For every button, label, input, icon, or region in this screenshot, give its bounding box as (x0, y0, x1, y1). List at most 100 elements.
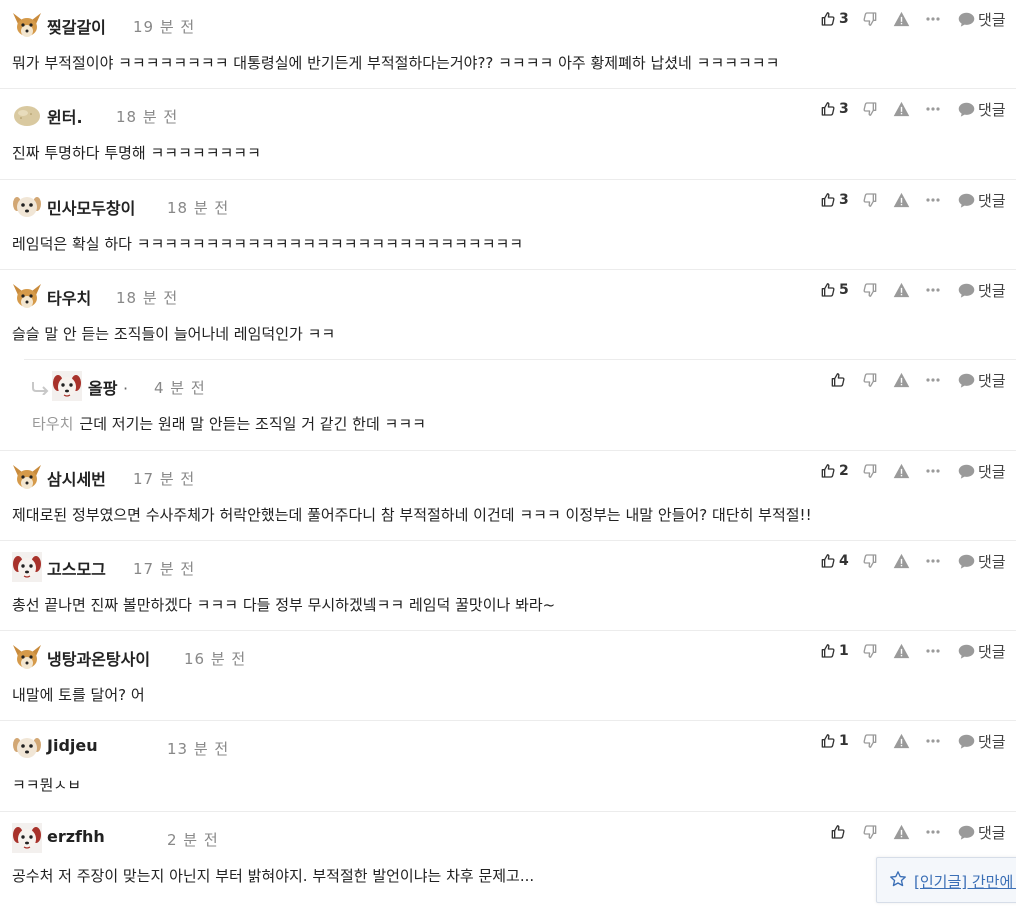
comment-body: 레임덕은 확실 하다 ㅋㅋㅋㅋㅋㅋㅋㅋㅋㅋㅋㅋㅋㅋㅋㅋㅋㅋㅋㅋㅋㅋㅋㅋㅋㅋㅋㅋ (12, 235, 524, 253)
thumbs-down-icon (862, 282, 878, 298)
report-button[interactable] (893, 640, 910, 662)
thumbs-down-icon (862, 11, 878, 27)
like-count: 3 (839, 192, 849, 208)
speech-bubble-icon (958, 554, 975, 569)
report-button[interactable] (893, 279, 910, 301)
warning-icon (893, 101, 910, 117)
reply-button[interactable]: 댓글 (958, 460, 1006, 482)
report-button[interactable] (893, 189, 910, 211)
speech-bubble-icon (958, 193, 975, 208)
comment-text: ㅋㅋ뭔ㅅㅂ (12, 774, 81, 795)
more-button[interactable] (926, 8, 940, 30)
dislike-button[interactable] (862, 8, 878, 30)
like-button[interactable] (830, 821, 846, 843)
comment-actions: 3 댓글 (0, 98, 1016, 120)
star-icon (890, 871, 906, 887)
comment-item: 고스모그 17 분 전 총선 끝나면 진짜 볼만하겠다 ㅋㅋㅋ 다들 정부 무시하겠… (0, 542, 1016, 632)
like-button[interactable]: 1 (820, 640, 849, 662)
comment-item: 찢갈갈이 19 분 전 뭐가 부적절이야 ㅋㅋㅋㅋㅋㅋㅋㅋ 대통령실에 반기든게 부… (0, 0, 1016, 90)
comment-text: 제대로된 정부였으면 수사주체가 허락안했는데 풀어주다니 참 부적절하네 이건… (12, 504, 812, 525)
reply-button[interactable]: 댓글 (958, 8, 1006, 30)
more-button[interactable] (926, 730, 940, 752)
popular-post-link[interactable]: [인기글] 간만에 포 (914, 871, 1016, 892)
more-button[interactable] (926, 640, 940, 662)
comment-body: 슬슬 말 안 듣는 조직들이 늘어나네 레임덕인가 ㅋㅋ (12, 325, 336, 343)
dislike-button[interactable] (862, 460, 878, 482)
more-button[interactable] (926, 460, 940, 482)
reply-button[interactable]: 댓글 (958, 189, 1006, 211)
comment-body: 뭐가 부적절이야 ㅋㅋㅋㅋㅋㅋㅋㅋ 대통령실에 반기든게 부적절하다는거야?? … (12, 54, 780, 72)
like-button[interactable]: 2 (820, 460, 849, 482)
comment-text: 공수처 저 주장이 맞는지 아닌지 부터 밝혀야지. 부적절한 발언이냐는 차후… (12, 865, 534, 886)
popular-post-banner[interactable]: [인기글] 간만에 포 (876, 857, 1016, 903)
like-button[interactable]: 5 (820, 279, 849, 301)
reply-button[interactable]: 댓글 (958, 821, 1006, 843)
like-button[interactable] (830, 369, 846, 391)
comment-text: 타우치 근데 저기는 원래 말 안듣는 조직일 거 같긴 한데 ㅋㅋㅋ (32, 413, 426, 434)
reply-button[interactable]: 댓글 (958, 369, 1006, 391)
dislike-button[interactable] (862, 821, 878, 843)
like-count: 4 (839, 553, 849, 569)
like-count: 3 (839, 101, 849, 117)
dislike-button[interactable] (862, 730, 878, 752)
more-icon (926, 197, 940, 203)
like-button[interactable]: 3 (820, 98, 849, 120)
dislike-button[interactable] (862, 640, 878, 662)
more-icon (926, 287, 940, 293)
comment-body: ㅋㅋ뭔ㅅㅂ (12, 776, 82, 794)
comment-text: 내말에 토를 달어? 어 (12, 684, 145, 705)
report-button[interactable] (893, 8, 910, 30)
more-button[interactable] (926, 189, 940, 211)
comment-body: 진짜 투명하다 투명해 ㅋㅋㅋㅋㅋㅋㅋㅋ (12, 144, 261, 162)
comment-divider (24, 359, 1016, 360)
reply-label: 댓글 (978, 191, 1006, 210)
reply-label: 댓글 (978, 100, 1006, 119)
more-button[interactable] (926, 369, 940, 391)
report-button[interactable] (893, 821, 910, 843)
speech-bubble-icon (958, 644, 975, 659)
reply-button[interactable]: 댓글 (958, 550, 1006, 572)
like-button[interactable]: 3 (820, 189, 849, 211)
speech-bubble-icon (958, 373, 975, 388)
report-button[interactable] (893, 550, 910, 572)
reply-label: 댓글 (978, 371, 1006, 390)
comment-divider (0, 179, 1016, 180)
like-button[interactable]: 1 (820, 730, 849, 752)
dislike-button[interactable] (862, 98, 878, 120)
dislike-button[interactable] (862, 369, 878, 391)
thumbs-down-icon (862, 553, 878, 569)
thumbs-up-icon (830, 372, 846, 388)
like-count: 2 (839, 463, 849, 479)
like-count: 1 (839, 643, 849, 659)
thumbs-up-icon (830, 824, 846, 840)
thumbs-up-icon (820, 282, 836, 298)
reply-button[interactable]: 댓글 (958, 640, 1006, 662)
like-button[interactable]: 4 (820, 550, 849, 572)
more-icon (926, 16, 940, 22)
more-button[interactable] (926, 550, 940, 572)
warning-icon (893, 11, 910, 27)
report-button[interactable] (893, 98, 910, 120)
report-button[interactable] (893, 460, 910, 482)
dislike-button[interactable] (862, 279, 878, 301)
reply-button[interactable]: 댓글 (958, 730, 1006, 752)
more-button[interactable] (926, 279, 940, 301)
dislike-button[interactable] (862, 189, 878, 211)
more-icon (926, 106, 940, 112)
comment-text: 뭐가 부적절이야 ㅋㅋㅋㅋㅋㅋㅋㅋ 대통령실에 반기든게 부적절하다는거야?? … (12, 52, 779, 73)
warning-icon (893, 372, 910, 388)
warning-icon (893, 192, 910, 208)
comment-actions: 댓글 (0, 369, 1016, 391)
mention-user[interactable]: 타우치 (32, 415, 73, 433)
more-button[interactable] (926, 98, 940, 120)
thumbs-down-icon (862, 733, 878, 749)
dislike-button[interactable] (862, 550, 878, 572)
thumbs-down-icon (862, 643, 878, 659)
like-button[interactable]: 3 (820, 8, 849, 30)
reply-button[interactable]: 댓글 (958, 279, 1006, 301)
more-button[interactable] (926, 821, 940, 843)
report-button[interactable] (893, 730, 910, 752)
comment-item: 삼시세번 17 분 전 제대로된 정부였으면 수사주체가 허락안했는데 풀어주다니 … (0, 452, 1016, 542)
report-button[interactable] (893, 369, 910, 391)
reply-button[interactable]: 댓글 (958, 98, 1006, 120)
